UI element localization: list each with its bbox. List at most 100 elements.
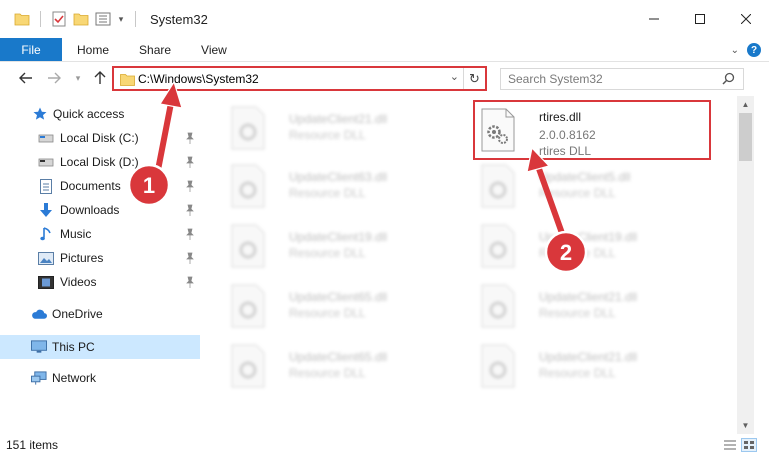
- pin-icon[interactable]: [185, 204, 195, 216]
- maximize-button[interactable]: [677, 0, 723, 38]
- videos-icon: [38, 274, 54, 290]
- file-name: UpdateClient21.dll: [289, 112, 388, 126]
- nav-item-this-pc[interactable]: This PC: [0, 335, 200, 359]
- scroll-down-arrow-icon[interactable]: ▼: [737, 417, 754, 434]
- pin-icon[interactable]: [185, 180, 195, 192]
- toolbar-divider: [135, 11, 136, 27]
- file-item[interactable]: UpdateClient5.dll Resource DLL: [473, 158, 713, 216]
- address-bar[interactable]: C:\Windows\System32 ⌄ ↻: [112, 66, 487, 91]
- quick-access-toolbar: ▾: [0, 0, 140, 38]
- scroll-up-arrow-icon[interactable]: ▲: [737, 96, 754, 113]
- dll-file-icon: [231, 106, 265, 150]
- nav-label: Videos: [60, 275, 97, 289]
- nav-item-pictures[interactable]: Pictures: [0, 246, 200, 270]
- file-item[interactable]: UpdateClient21.dll Resource DLL: [473, 278, 713, 336]
- download-arrow-icon: [38, 202, 54, 218]
- file-type: Resource DLL: [539, 306, 616, 320]
- drive-icon: [38, 130, 54, 146]
- file-item[interactable]: UpdateClient65.dll Resource DLL: [223, 338, 463, 396]
- nav-label: Documents: [60, 179, 121, 193]
- pin-icon[interactable]: [185, 252, 195, 264]
- address-path[interactable]: C:\Windows\System32: [138, 72, 259, 86]
- chevron-down-icon[interactable]: ▾: [117, 11, 125, 27]
- tab-home[interactable]: Home: [62, 38, 124, 61]
- dll-file-icon: [481, 344, 515, 388]
- new-folder-icon[interactable]: [73, 11, 89, 27]
- address-row: ▾ C:\Windows\System32 ⌄ ↻ Search System3…: [0, 62, 769, 94]
- file-item[interactable]: UpdateClient19.dll Resource DLL: [473, 218, 713, 276]
- pin-icon[interactable]: [185, 132, 195, 144]
- nav-label: Music: [60, 227, 92, 241]
- properties-icon[interactable]: [51, 11, 67, 27]
- pin-icon[interactable]: [185, 156, 195, 168]
- vertical-scrollbar[interactable]: ▲ ▼: [737, 96, 754, 434]
- item-count: 151 items: [6, 438, 59, 452]
- nav-item-documents[interactable]: Documents: [0, 174, 200, 198]
- up-arrow-icon[interactable]: [92, 70, 108, 86]
- dll-file-icon: [481, 224, 515, 268]
- nav-item-videos[interactable]: Videos: [0, 270, 200, 294]
- file-name: UpdateClient65.dll: [289, 350, 388, 364]
- minimize-button[interactable]: [631, 0, 677, 38]
- nav-item-quick-access[interactable]: Quick access: [0, 102, 200, 126]
- nav-item-network[interactable]: Network: [0, 366, 200, 390]
- nav-label: This PC: [52, 340, 95, 354]
- status-bar: 151 items: [0, 434, 769, 475]
- dll-file-icon: [231, 224, 265, 268]
- expand-ribbon-chevron-icon[interactable]: ⌄: [731, 45, 739, 56]
- tab-view[interactable]: View: [186, 38, 242, 61]
- window-controls: [631, 0, 769, 38]
- dll-file-icon: [231, 284, 265, 328]
- search-input[interactable]: Search System32: [500, 68, 744, 90]
- nav-item-music[interactable]: Music: [0, 222, 200, 246]
- toolbar-divider: [40, 11, 41, 27]
- file-highlight-box: [473, 100, 711, 160]
- help-button[interactable]: ?: [747, 43, 761, 57]
- refresh-icon[interactable]: ↻: [463, 68, 485, 89]
- forward-arrow-icon[interactable]: [46, 70, 62, 86]
- file-type: Resource DLL: [289, 306, 366, 320]
- file-type: Resource DLL: [289, 366, 366, 380]
- file-item[interactable]: UpdateClient21.dll Resource DLL: [223, 100, 463, 158]
- nav-item-local-disk-c[interactable]: Local Disk (C:): [0, 126, 200, 150]
- nav-item-onedrive[interactable]: OneDrive: [0, 302, 200, 326]
- file-name: UpdateClient5.dll: [539, 170, 631, 184]
- tab-file[interactable]: File: [0, 38, 62, 61]
- nav-label: Local Disk (D:): [60, 155, 139, 169]
- file-item[interactable]: UpdateClient21.dll Resource DLL: [473, 338, 713, 396]
- nav-item-downloads[interactable]: Downloads: [0, 198, 200, 222]
- file-item[interactable]: UpdateClient65.dll Resource DLL: [223, 278, 463, 336]
- large-icons-view-icon[interactable]: [741, 438, 757, 452]
- back-arrow-icon[interactable]: [18, 70, 34, 86]
- pin-icon[interactable]: [185, 228, 195, 240]
- nav-label: Local Disk (C:): [60, 131, 139, 145]
- dll-file-icon: [481, 164, 515, 208]
- nav-label: Downloads: [60, 203, 120, 217]
- tab-share[interactable]: Share: [124, 38, 186, 61]
- maximize-icon: [695, 14, 705, 24]
- file-type: Resource DLL: [289, 186, 366, 200]
- drive-icon: [38, 154, 54, 170]
- scroll-thumb[interactable]: [739, 113, 752, 161]
- pictures-icon: [38, 250, 54, 266]
- search-icon[interactable]: [722, 72, 735, 88]
- network-icon: [31, 370, 47, 386]
- ribbon-right-controls: ⌄ ?: [731, 41, 761, 59]
- close-button[interactable]: [723, 0, 769, 38]
- address-dropdown-chevron-icon[interactable]: ⌄: [450, 70, 459, 83]
- file-item[interactable]: UpdateClient63.dll Resource DLL: [223, 158, 463, 216]
- recent-locations-chevron-icon[interactable]: ▾: [70, 70, 86, 86]
- file-type: Resource DLL: [539, 366, 616, 380]
- view-switcher: [722, 438, 757, 452]
- monitor-icon: [31, 339, 47, 355]
- nav-item-local-disk-d[interactable]: Local Disk (D:): [0, 150, 200, 174]
- nav-label: OneDrive: [52, 307, 103, 321]
- navigation-pane: Quick access Local Disk (C:) Local Disk …: [0, 96, 200, 434]
- view-options-icon[interactable]: [95, 11, 111, 27]
- file-name: UpdateClient63.dll: [289, 170, 388, 184]
- star-icon: [32, 106, 48, 122]
- pin-icon[interactable]: [185, 276, 195, 288]
- details-view-icon[interactable]: [722, 438, 738, 452]
- nav-label: Quick access: [53, 107, 125, 121]
- file-item[interactable]: UpdateClient19.dll Resource DLL: [223, 218, 463, 276]
